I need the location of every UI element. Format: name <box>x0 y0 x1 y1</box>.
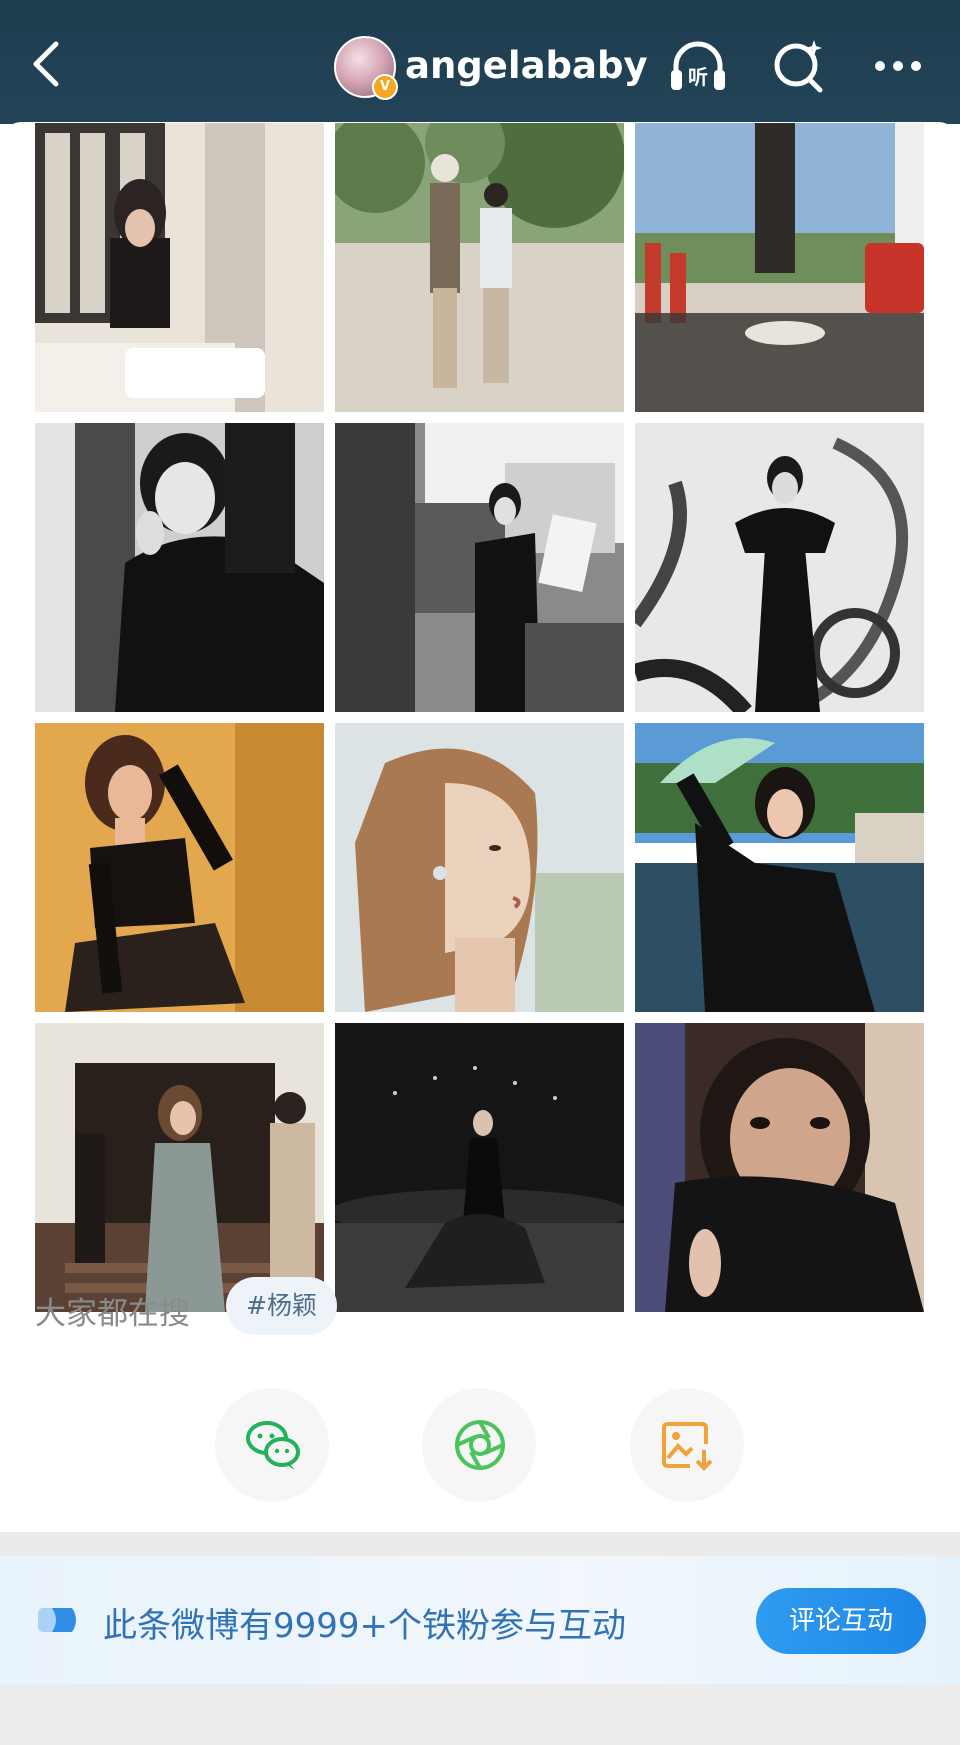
moments-icon <box>455 1420 505 1470</box>
photo-staircase-event[interactable] <box>35 1023 324 1312</box>
share-wechat-button[interactable] <box>215 1388 329 1502</box>
photo-yellow-gown[interactable] <box>35 723 324 1012</box>
verified-badge: V <box>372 74 398 100</box>
back-icon <box>33 41 59 87</box>
top-bar: V angelababy 听 <box>0 0 960 124</box>
photo-bw-reading-window[interactable] <box>335 423 624 712</box>
trending-search-label: 大家都在搜 <box>35 1296 190 1332</box>
trending-tag[interactable]: #杨颖 <box>226 1277 337 1335</box>
listen-button[interactable]: 听 <box>668 38 728 94</box>
post-card: 大家都在搜 #杨颖 <box>0 122 960 1532</box>
share-moments-button[interactable] <box>422 1388 536 1502</box>
wechat-icon <box>246 1421 300 1470</box>
photo-face-closeup[interactable] <box>635 1023 924 1312</box>
listen-icon: 听 <box>671 41 725 90</box>
back-button[interactable] <box>26 36 66 92</box>
username[interactable]: angelababy <box>405 44 648 87</box>
save-image-button[interactable] <box>630 1388 744 1502</box>
search-button[interactable] <box>770 38 830 94</box>
section-divider <box>0 1532 960 1556</box>
photo-bw-graffiti-wall[interactable] <box>635 423 924 712</box>
photo-park-walk[interactable] <box>335 123 624 412</box>
photo-bw-portrait-chair[interactable] <box>35 423 324 712</box>
photo-stage-spotlight[interactable] <box>335 1023 624 1312</box>
bottom-strip <box>0 1684 960 1745</box>
fan-interaction-text: 此条微博有9999+个铁粉参与互动 <box>103 1606 627 1646</box>
more-icon <box>875 61 921 71</box>
fan-interaction-bar: 此条微博有9999+个铁粉参与互动 评论互动 <box>0 1556 960 1684</box>
photo-river-fan[interactable] <box>635 723 924 1012</box>
svg-text:听: 听 <box>688 65 708 89</box>
photo-cafe-window[interactable] <box>35 123 324 412</box>
photo-table-river-view[interactable] <box>635 123 924 412</box>
save-image-icon <box>662 1422 713 1471</box>
fan-badge-icon <box>38 1608 76 1632</box>
photo-profile-closeup[interactable] <box>335 723 624 1012</box>
more-button[interactable] <box>868 38 928 94</box>
search-icon <box>774 40 823 93</box>
comment-interact-button[interactable]: 评论互动 <box>756 1588 926 1654</box>
